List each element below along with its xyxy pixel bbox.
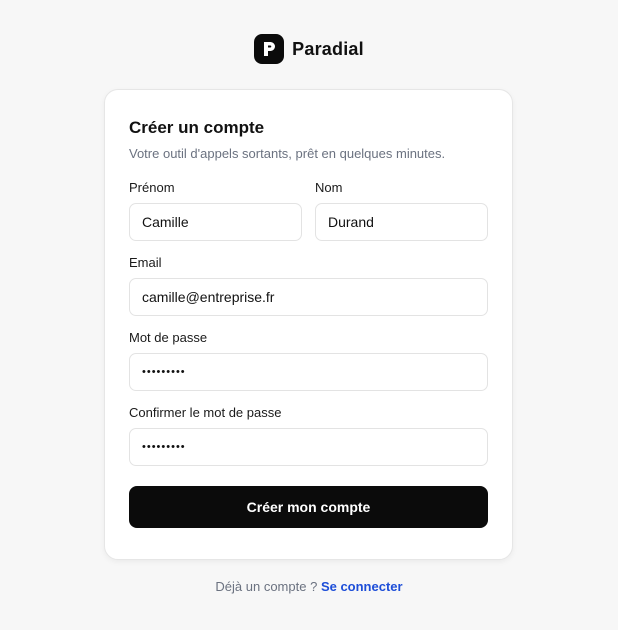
first-name-group: Prénom [129,180,302,241]
brand-name: Paradial [292,38,364,59]
login-prompt: Déjà un compte ? Se connecter [0,579,618,595]
email-group: Email [129,255,488,316]
first-name-input[interactable] [129,203,302,241]
last-name-label: Nom [315,180,343,195]
confirm-password-group: Confirmer le mot de passe [129,405,488,466]
first-name-label: Prénom [129,180,175,195]
brand-header: Paradial [0,34,618,64]
password-input[interactable] [129,353,488,391]
card-title: Créer un compte [129,118,265,137]
paradial-logo-icon [254,34,285,64]
confirm-password-label: Confirmer le mot de passe [129,405,282,420]
card-subtitle: Votre outil d'appels sortants, prêt en q… [129,146,446,161]
login-prompt-text: Déjà un compte ? [215,579,318,594]
password-label: Mot de passe [129,330,208,345]
create-account-button[interactable]: Créer mon compte [129,486,488,528]
last-name-input[interactable] [315,203,488,241]
signup-card: Créer un compte Votre outil d'appels sor… [104,89,513,560]
password-group: Mot de passe [129,330,488,391]
confirm-password-input[interactable] [129,428,488,466]
email-input[interactable] [129,278,488,316]
name-row: Prénom Nom [129,180,488,241]
email-label: Email [129,255,162,270]
last-name-group: Nom [315,180,488,241]
login-link[interactable]: Se connecter [321,579,403,594]
